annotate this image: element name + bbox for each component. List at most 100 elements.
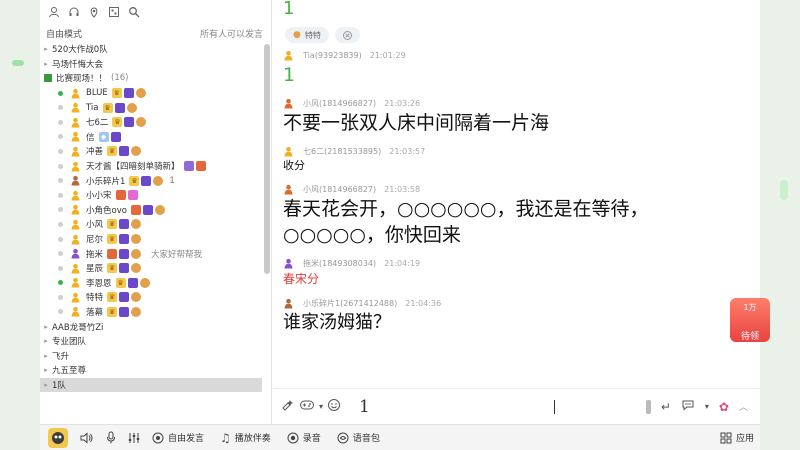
channel-item[interactable]: ▸ 专业团队 [40,334,262,349]
member-item[interactable]: 拖米 大家好帮帮我 [40,246,262,261]
member-item[interactable]: BLUE ♛ [40,86,262,101]
channel-tree: ▸ 520大作战0队 ▸ 马场忏悔大会 比赛现场！！ (16) BLUE ♛ Tia ♛ 七6二 ♛ 信… [40,42,262,424]
member-item[interactable]: 小风 ♛ [40,217,262,232]
headset-icon[interactable] [66,4,82,20]
flower-icon[interactable]: ✿ [719,400,729,414]
message-input[interactable]: 1 [359,397,370,417]
channel-item[interactable]: ▸ 飞升 [40,348,262,363]
role-icon [70,88,81,99]
mention-tag[interactable]: ● 特特 [285,27,329,43]
record-button[interactable]: 录音 [287,431,321,444]
equalizer-button[interactable] [128,432,140,444]
gamepad-icon[interactable] [299,398,315,416]
member-name: 星辰 [86,264,104,275]
app-window: 自由模式 所有人可以发言 ▸ 520大作战0队 ▸ 马场忏悔大会 比赛现场！！ (16) B… [40,0,760,450]
emoji-icon[interactable] [327,398,341,416]
scroll-thumb-icon[interactable] [645,399,651,414]
sender-name[interactable]: Tia(93923839) [303,51,362,60]
chevron-right-icon: ▸ [44,322,48,331]
chevron-up-icon[interactable]: ︿ [739,400,748,413]
sender-name[interactable]: 拖米(1849308034) [303,258,376,269]
role-icon [70,263,81,274]
coin-badge-icon [131,219,142,230]
apps-button[interactable]: 应用 [720,431,754,444]
message-time: 21:04:36 [405,298,442,308]
chevron-down-icon[interactable]: ▾ [705,402,709,411]
member-item[interactable]: 信 ◆ [40,130,262,145]
member-item[interactable]: 小小宋 [40,188,262,203]
vip-badge-icon [127,277,138,288]
channel-item[interactable]: ▸ 1队 [40,377,262,393]
mode-label[interactable]: 自由模式 [46,27,82,40]
room-item[interactable]: 比赛现场！！ (16) [40,71,262,86]
channel-item[interactable]: ▸ 九五至尊 [40,363,262,378]
location-icon[interactable] [86,4,102,20]
fire-badge-icon [195,161,206,172]
clear-tag-button[interactable] [334,27,360,43]
chevron-down-icon[interactable]: ▾ [319,402,323,411]
vip-badge-icon [119,292,130,303]
message-gap [283,88,750,96]
sender-name[interactable]: 小风(1814966827) [303,98,376,109]
member-item[interactable]: 七6二 ♛ [40,115,262,130]
chevron-right-icon: ▸ [44,45,48,54]
message-time: 21:03:26 [384,98,421,108]
enter-icon[interactable]: ↵ [661,400,671,414]
crown-badge-icon: ♛ [111,88,122,99]
member-item[interactable]: 落幕 ♛ [40,305,262,320]
coin-badge-icon [131,248,142,259]
message-text: 收分 [283,159,305,172]
status-dot [58,280,63,286]
member-item[interactable]: Tia ♛ [40,100,262,115]
channel-name: 马场忏悔大会 [52,59,104,70]
sender-name[interactable]: 小乐碎片1(2671412488) [303,298,397,309]
search-icon[interactable] [126,4,142,20]
pink-badge-icon [127,190,138,201]
coin-badge-icon [154,204,165,215]
role-icon [70,131,81,142]
member-item[interactable]: 尼尔 ♛ [40,232,262,247]
channel-item[interactable]: ▸ 马场忏悔大会 [40,57,262,72]
chat-bubble-icon[interactable] [681,399,695,414]
voice-changer-icon[interactable] [281,398,295,416]
message-text: 春天花会开，○○○○○○，我还是在等待，○○○○○，你快回来 [283,198,649,246]
vip-badge-icon [119,306,130,317]
play-music-button[interactable]: ♫ 播放伴奏 [220,431,271,445]
voice-pack-button[interactable]: 语音包 [337,431,380,444]
role-icon [283,146,294,157]
member-item[interactable]: 李恩恩 ♛ [40,276,262,291]
avatar[interactable] [48,427,68,448]
free-speak-button[interactable]: 自由发言 [152,431,204,444]
promo-widget[interactable]: 1万 待领 [730,298,770,342]
message-gap [283,248,750,256]
voice-pack-label: 语音包 [352,434,380,444]
message-list: Tia(93923839) 21:01:29 1 小风(1814966827) 21:0… [273,48,760,344]
record-label: 录音 [302,434,321,444]
chat-message: 小乐碎片1(2671412488) 21:04:36 谁家汤姆猫？ [273,296,760,344]
channel-item[interactable]: ▸ AAB龙哥竹Zi [40,319,262,334]
channel-name: 专业团队 [52,337,87,348]
role-icon [283,184,294,195]
speaker-button[interactable] [80,431,94,444]
sidebar-scrollbar[interactable] [264,44,270,274]
member-item[interactable]: 特特 ♛ [40,290,262,305]
record-icon [287,432,299,443]
message-gap [283,288,750,296]
coin-badge-icon [126,102,137,113]
member-name: 小角色ovo [86,205,127,216]
input-actions: ↵ ▾ ✿ ︿ [645,399,748,414]
message-gap [283,136,750,144]
member-item[interactable]: 小乐碎片1 ♛ 1 [40,173,262,188]
user-icon[interactable] [46,4,62,20]
role-icon [70,190,81,201]
channel-item[interactable]: ▸ 520大作战0队 [40,42,262,57]
sender-name[interactable]: 小风(1814966827) [303,184,376,195]
member-item[interactable]: 小角色ovo [40,203,262,218]
sender-name[interactable]: 七6二(2181533895) [303,146,381,157]
member-item[interactable]: 天才酱【四暗刻单骑新】 [40,159,262,174]
grid-icon[interactable] [106,4,122,20]
member-item[interactable]: 冲善 ♛ [40,144,262,159]
member-item[interactable]: 星辰 ♛ [40,261,262,276]
chat-message: 拖米(1849308034) 21:04:19 春宋分 [273,256,760,296]
mic-button[interactable] [106,431,116,444]
